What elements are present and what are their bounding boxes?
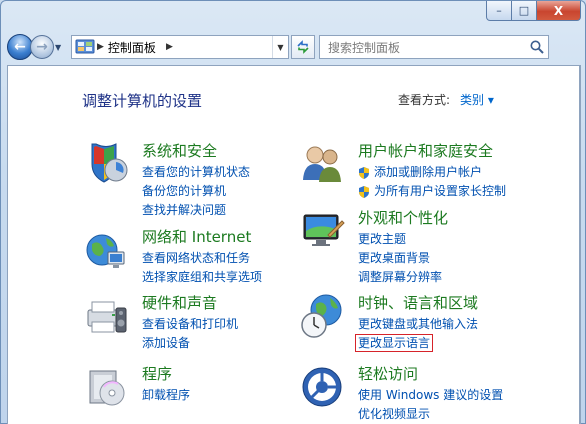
view-by-dropdown[interactable]: 类别 ▾ (460, 91, 494, 108)
category-links: 添加或删除用户帐户 为所有用户设置家长控制 (358, 163, 506, 201)
link-label: 为所有用户设置家长控制 (374, 184, 507, 198)
category-ease-of-access: 轻松访问 使用 Windows 建议的设置 优化视频显示 (298, 363, 538, 423)
link-view-computer-status[interactable]: 查看您的计算机状态 (142, 163, 250, 182)
printer-icon (87, 301, 127, 333)
category-programs: 程序 卸载程序 (82, 363, 302, 413)
link-display-language[interactable]: 更改显示语言 (355, 334, 478, 353)
category-clock-language-region: 时钟、语言和区域 更改键盘或其他输入法 更改显示语言 (298, 292, 538, 352)
link-parental-controls[interactable]: 为所有用户设置家长控制 (358, 182, 506, 201)
uac-shield-icon (359, 186, 369, 198)
category-title[interactable]: 时钟、语言和区域 (358, 292, 478, 313)
view-by-control: 查看方式: 类别 ▾ (398, 91, 494, 108)
content-area: 调整计算机的设置 查看方式: 类别 ▾ 系统和安全 查看您的计算机状态 备份您的… (7, 65, 581, 424)
search-box[interactable]: 搜索控制面板 (319, 35, 549, 59)
category-title[interactable]: 系统和安全 (142, 140, 217, 161)
link-add-remove-accounts[interactable]: 添加或删除用户帐户 (358, 163, 506, 182)
recent-pages-dropdown[interactable]: ▼ (55, 43, 67, 52)
link-screen-resolution[interactable]: 调整屏幕分辨率 (358, 268, 442, 287)
link-network-status[interactable]: 查看网络状态和任务 (142, 249, 262, 268)
users-icon (303, 146, 341, 182)
arrow-right-icon: → (36, 39, 48, 55)
address-dropdown-icon[interactable]: ▼ (272, 36, 288, 58)
address-bar[interactable]: ▶ 控制面板 ▶ ▼ (71, 35, 289, 59)
search-icon[interactable] (529, 39, 545, 55)
link-homegroup-sharing[interactable]: 选择家庭组和共享选项 (142, 268, 262, 287)
category-links: 使用 Windows 建议的设置 优化视频显示 (358, 386, 503, 424)
breadcrumb-separator-icon[interactable]: ▶ (166, 42, 173, 52)
link-desktop-background[interactable]: 更改桌面背景 (358, 249, 442, 268)
category-title[interactable]: 外观和个性化 (358, 207, 448, 228)
category-links: 更改主题 更改桌面背景 调整屏幕分辨率 (358, 230, 442, 287)
ease-of-access-icon (302, 367, 342, 407)
control-panel-window: – □ X ← → ▼ ▶ 控制面板 ▶ ▼ 搜索控制面板 调整计算机的设置 查… (0, 0, 586, 424)
search-input[interactable]: 搜索控制面板 (328, 39, 400, 56)
control-panel-icon (75, 39, 95, 54)
uac-shield-icon (359, 167, 369, 179)
refresh-icon (297, 40, 309, 54)
window-caption-buttons: – □ X (486, 1, 581, 21)
category-user-accounts: 用户帐户和家庭安全 添加或删除用户帐户 为所有用户设置家长控制 (298, 140, 538, 200)
forward-button[interactable]: → (30, 35, 54, 59)
category-title[interactable]: 用户帐户和家庭安全 (358, 140, 493, 161)
category-title[interactable]: 轻松访问 (358, 363, 418, 384)
category-network-internet: 网络和 Internet 查看网络状态和任务 选择家庭组和共享选项 (82, 226, 302, 286)
appearance-icon (303, 214, 345, 246)
category-title[interactable]: 硬件和声音 (142, 292, 217, 313)
category-links: 查看设备和打印机 添加设备 (142, 315, 238, 353)
content-edge (579, 66, 580, 424)
category-title[interactable]: 网络和 Internet (142, 226, 251, 247)
clock-globe-icon (301, 294, 342, 338)
link-change-theme[interactable]: 更改主题 (358, 230, 442, 249)
refresh-button[interactable] (291, 35, 315, 59)
category-links: 查看您的计算机状态 备份您的计算机 查找并解决问题 (142, 163, 250, 220)
link-optimize-display[interactable]: 优化视频显示 (358, 405, 503, 424)
breadcrumb-control-panel[interactable]: 控制面板 (108, 39, 156, 56)
programs-icon (89, 370, 125, 406)
network-globe-icon (86, 234, 125, 268)
arrow-left-icon: ← (14, 39, 26, 55)
category-links: 卸载程序 (142, 386, 190, 405)
link-windows-recommended-settings[interactable]: 使用 Windows 建议的设置 (358, 386, 503, 405)
minimize-button[interactable]: – (486, 1, 512, 21)
link-backup-computer[interactable]: 备份您的计算机 (142, 182, 250, 201)
link-devices-printers[interactable]: 查看设备和打印机 (142, 315, 238, 334)
category-system-security: 系统和安全 查看您的计算机状态 备份您的计算机 查找并解决问题 (82, 140, 302, 217)
link-label: 添加或删除用户帐户 (374, 165, 483, 179)
breadcrumb-separator-icon[interactable]: ▶ (97, 42, 104, 52)
link-keyboard-input[interactable]: 更改键盘或其他输入法 (358, 315, 478, 334)
navigation-bar: ← → ▼ ▶ 控制面板 ▶ ▼ 搜索控制面板 (7, 33, 581, 61)
category-title[interactable]: 程序 (142, 363, 172, 384)
page-title: 调整计算机的设置 (82, 92, 203, 110)
category-appearance: 外观和个性化 更改主题 更改桌面背景 调整屏幕分辨率 (298, 207, 538, 284)
link-add-device[interactable]: 添加设备 (142, 334, 238, 353)
category-hardware-sound: 硬件和声音 查看设备和打印机 添加设备 (82, 292, 302, 352)
close-button[interactable]: X (537, 1, 581, 21)
highlight-box: 更改显示语言 (355, 334, 434, 352)
view-by-label: 查看方式: (398, 93, 451, 107)
link-uninstall-program[interactable]: 卸载程序 (142, 386, 190, 405)
category-links: 查看网络状态和任务 选择家庭组和共享选项 (142, 249, 262, 287)
maximize-button[interactable]: □ (512, 1, 537, 21)
category-links: 更改键盘或其他输入法 更改显示语言 (355, 315, 478, 353)
link-troubleshoot[interactable]: 查找并解决问题 (142, 201, 250, 220)
shield-check-icon (91, 143, 128, 183)
